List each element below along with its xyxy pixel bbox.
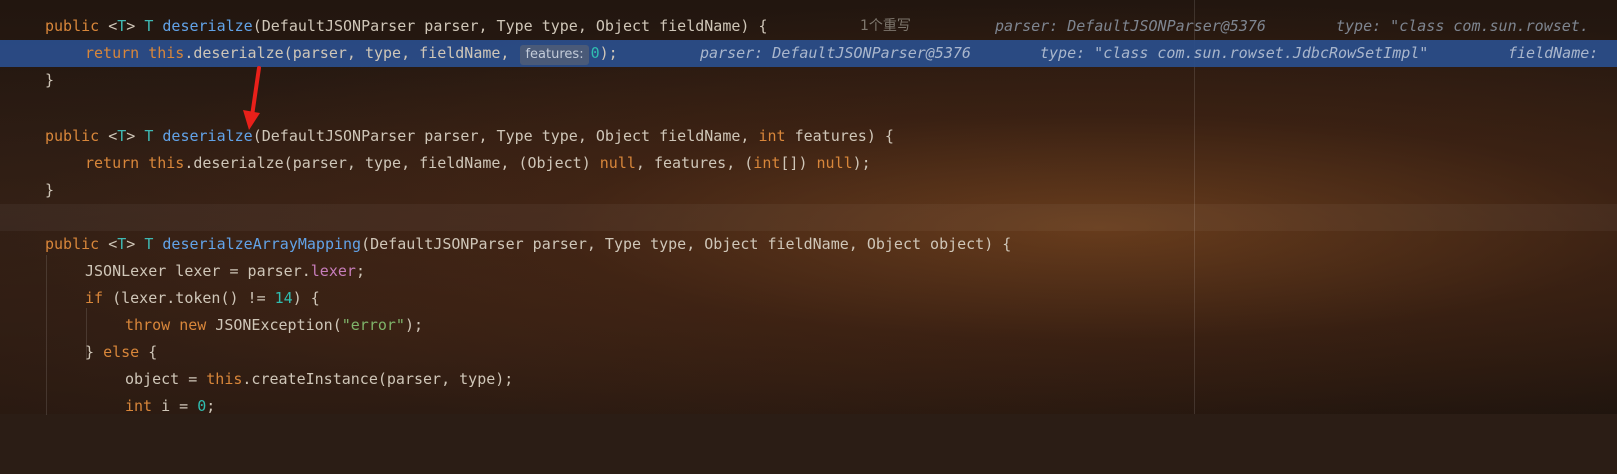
debug-value: parser: DefaultJSONParser@5376	[700, 44, 971, 62]
code-line[interactable]: int i = 0;	[0, 393, 1617, 420]
type-param: T	[117, 17, 127, 35]
code-line[interactable]: JSONLexer lexer = parser.lexer;	[0, 258, 1617, 285]
code-line[interactable]: }	[0, 177, 1617, 204]
debug-value: fieldName:	[1508, 44, 1599, 62]
caret-line[interactable]	[0, 204, 1617, 231]
override-hint[interactable]: 1个重写	[860, 13, 911, 40]
keyword: public	[45, 17, 100, 35]
debug-value: parser: DefaultJSONParser@5376	[995, 17, 1266, 35]
current-execution-line[interactable]: return this.deserialze(parser, type, fie…	[0, 40, 1617, 67]
code-line[interactable]: throw new JSONException("error");	[0, 312, 1617, 339]
code-line[interactable]: object = this.createInstance(parser, typ…	[0, 366, 1617, 393]
code-line[interactable]: public <T> T deserialzeArrayMapping(Defa…	[0, 231, 1617, 258]
code-line[interactable]: if (lexer.token() != 14) {	[0, 285, 1617, 312]
debug-value: type: "class com.sun.rowset.JdbcRowSetIm…	[1040, 44, 1429, 62]
red-arrow-annotation	[243, 66, 261, 130]
code-line[interactable]: } else {	[0, 339, 1617, 366]
debug-value: type: "class com.sun.rowset.	[1336, 17, 1589, 35]
code-line[interactable]: public <T> T deserialze(DefaultJSONParse…	[0, 13, 1617, 40]
code-line[interactable]: return this.deserialze(parser, type, fie…	[0, 150, 1617, 177]
method-name[interactable]: deserialzeArrayMapping	[162, 235, 361, 253]
field-reference: lexer	[310, 262, 356, 280]
parameter-hint: features:	[520, 45, 589, 65]
method-name[interactable]: deserialze	[162, 17, 252, 35]
code-editor[interactable]: public <T> T deserialze(DefaultJSONParse…	[0, 0, 1617, 415]
